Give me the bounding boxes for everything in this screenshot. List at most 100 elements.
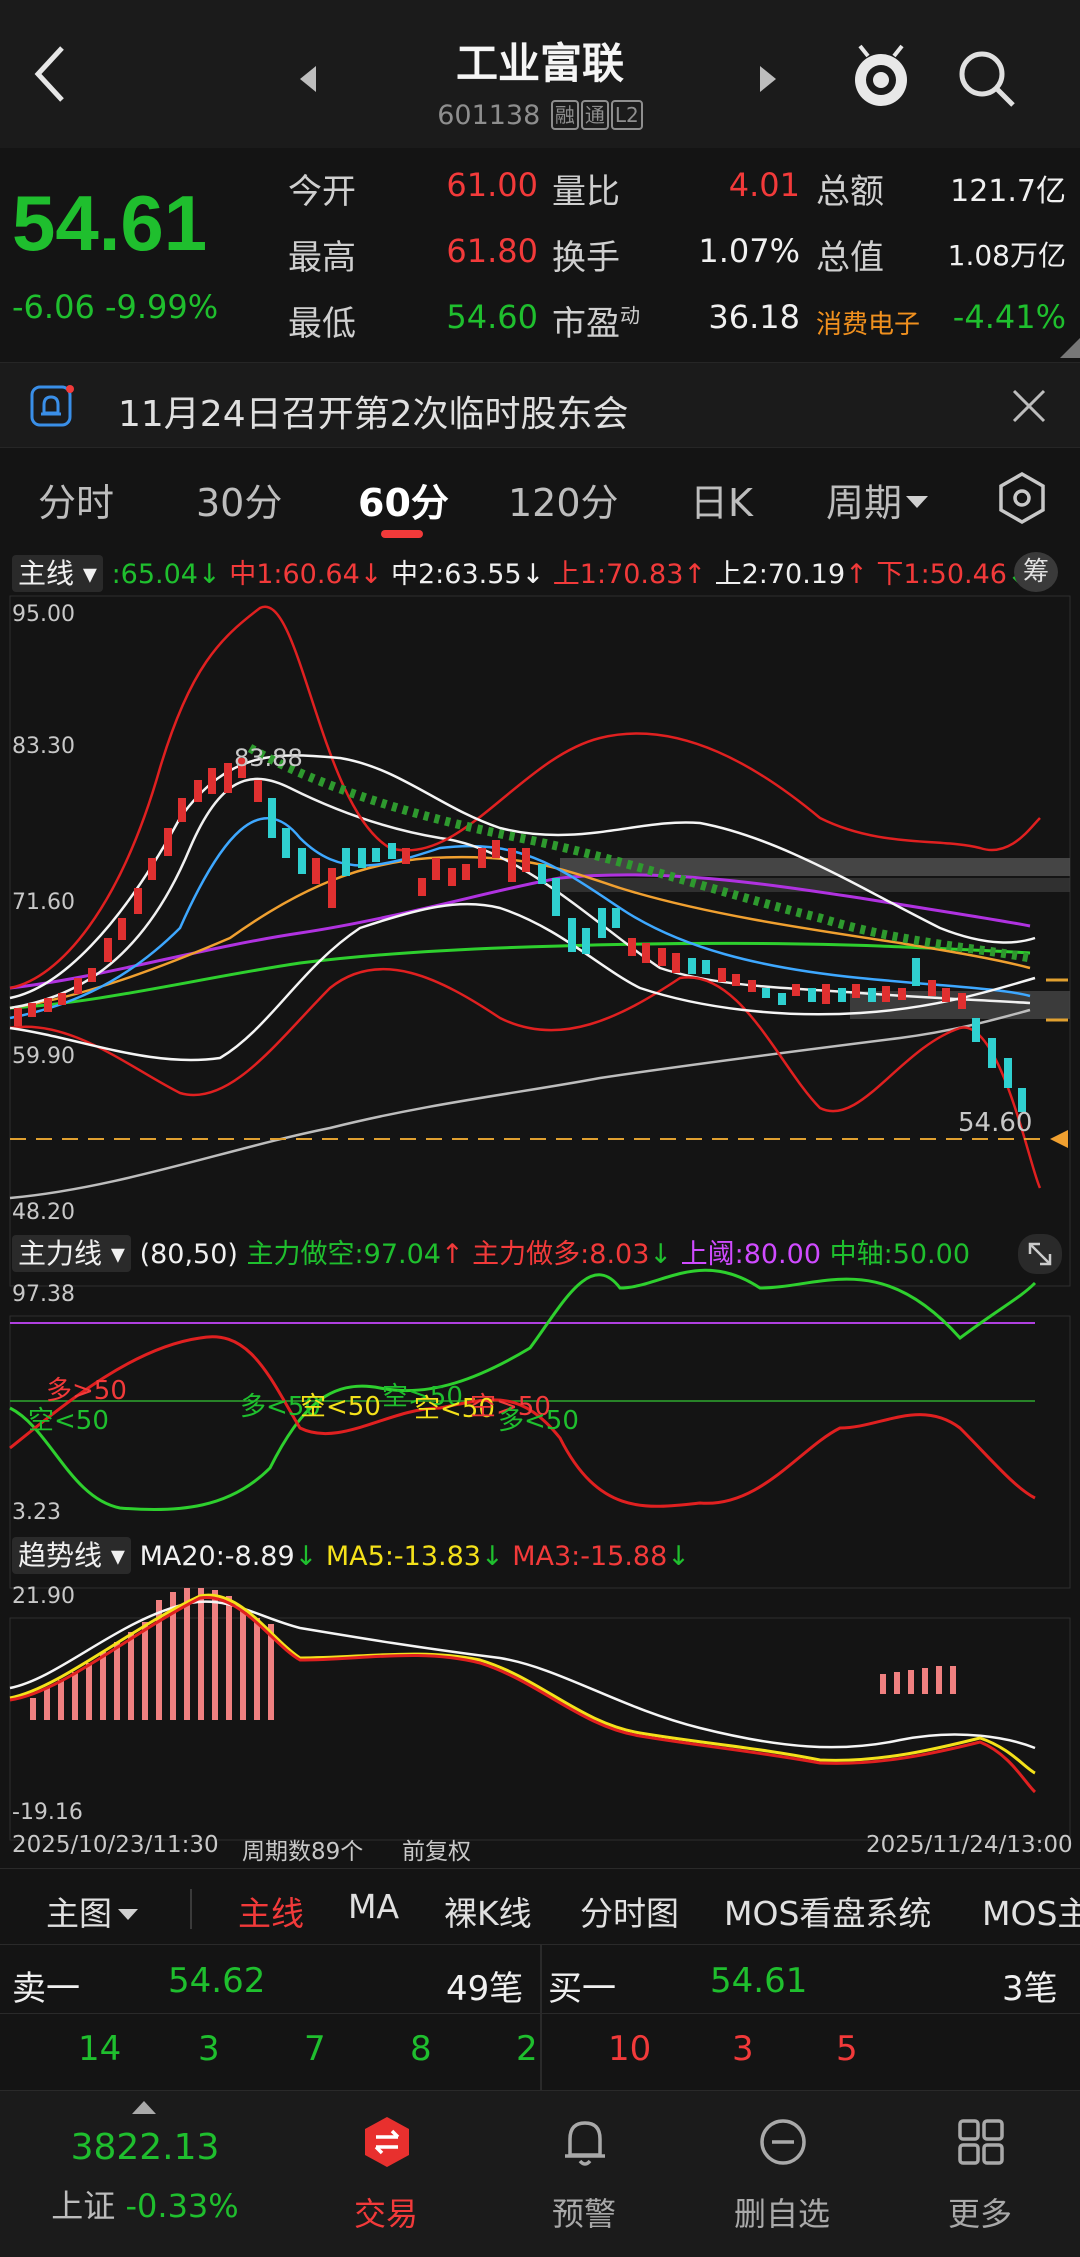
buy1-count: 3笔 bbox=[1002, 1969, 1058, 2009]
y-axis-label-bottom: 48.20 bbox=[12, 1200, 75, 1225]
trade-icon bbox=[365, 2117, 409, 2167]
open-value: 61.00 bbox=[446, 166, 538, 204]
trend-pane-frame bbox=[9, 1617, 1071, 1841]
tab-daily-k[interactable]: 日K bbox=[690, 472, 753, 527]
sector-name[interactable]: 消费电子 bbox=[816, 304, 920, 341]
upper-band-white bbox=[9, 754, 1036, 1000]
tab-mainline[interactable]: 主线 bbox=[238, 1887, 304, 1935]
lower-band-white bbox=[9, 902, 1036, 1062]
power-upper-threshold: 上阈:80.00 bbox=[680, 1239, 822, 1270]
robot-assistant-icon[interactable] bbox=[846, 42, 916, 112]
price-change: -6.06 -9.99% bbox=[12, 288, 218, 326]
power-params: (80,50) bbox=[139, 1239, 238, 1270]
stock-name: 工业富联 bbox=[455, 39, 624, 88]
turnover-label: 换手 bbox=[552, 238, 620, 278]
tab-period-label: 周期 bbox=[826, 481, 903, 525]
notice-text: 11月24日召开第2次临时股东会 bbox=[118, 394, 629, 435]
signal-label: 空<50 bbox=[300, 1392, 381, 1422]
nav-more[interactable]: 更多 bbox=[900, 2091, 1060, 2257]
pe-label: 市盈动 bbox=[552, 296, 640, 345]
search-icon[interactable] bbox=[956, 48, 1018, 110]
change-value: -6.06 bbox=[12, 288, 95, 326]
power-short-value-text: 主力做空:97.04 bbox=[246, 1239, 441, 1270]
chevron-down-icon bbox=[906, 496, 929, 508]
sell1-label: 卖一 bbox=[12, 1969, 80, 2009]
sell1-count: 49笔 bbox=[446, 1969, 524, 2009]
orderbook-row-divider bbox=[0, 2013, 1080, 2014]
trend-ma3-line bbox=[9, 1596, 1037, 1794]
tab-bare-kline[interactable]: 裸K线 bbox=[444, 1887, 532, 1935]
tab-60min[interactable]: 60分 bbox=[358, 472, 449, 527]
tab-mos-main[interactable]: MOS主 bbox=[982, 1887, 1080, 1935]
expand-icon[interactable] bbox=[1018, 1234, 1062, 1274]
grid-icon bbox=[958, 2119, 1004, 2165]
sell-tick: 3 bbox=[198, 2029, 220, 2069]
tab-timeshare[interactable]: 分时 bbox=[38, 472, 114, 527]
trend-indicator-bar: 趋势线 ▾ MA20:-8.89↓ MA5:-13.83↓ MA3:-15.88… bbox=[12, 1534, 690, 1574]
chip-band bbox=[560, 878, 1070, 892]
chevron-up-icon bbox=[132, 2101, 156, 2114]
chart-end-time: 2025/11/24/13:00 bbox=[866, 1832, 1073, 1858]
tab-ma[interactable]: MA bbox=[348, 1887, 399, 1926]
buy-tick: 3 bbox=[732, 2029, 754, 2069]
tab-timeshare-chart[interactable]: 分时图 bbox=[580, 1887, 679, 1935]
pe-value: 36.18 bbox=[708, 298, 800, 336]
top-bar: 工业富联 601138 融通 L2 bbox=[0, 0, 1080, 148]
back-icon[interactable] bbox=[30, 42, 90, 122]
change-percent: -9.99% bbox=[104, 288, 219, 326]
low-value: 54.60 bbox=[446, 298, 538, 336]
pe-label-sup: 动 bbox=[620, 303, 640, 328]
prev-stock-icon[interactable] bbox=[296, 64, 320, 98]
power-indicator-name: 主力线 bbox=[18, 1237, 103, 1270]
chart-canvas bbox=[9, 595, 1071, 1841]
tab-mos-system[interactable]: MOS看盘系统 bbox=[724, 1887, 931, 1935]
bottom-nav: 3822.13 上证 -0.33% 交易 预警 删自选 更多 bbox=[0, 2090, 1080, 2257]
connect-tag: 通 bbox=[580, 100, 609, 130]
corner-triangle-icon bbox=[1060, 338, 1080, 358]
chart-period-count: 周期数89个 bbox=[242, 1839, 364, 1865]
trend-y-bottom: -19.16 bbox=[12, 1800, 83, 1825]
main-pane-frame bbox=[9, 595, 1071, 1287]
trend-ma20: MA20:-8.89↓ bbox=[140, 1541, 318, 1572]
nav-trade-label: 交易 bbox=[353, 2195, 418, 2233]
high-price-label: 83.88 bbox=[234, 744, 303, 772]
next-stock-icon[interactable] bbox=[756, 64, 780, 98]
buy1-label: 买一 bbox=[548, 1969, 616, 2009]
y-axis-label-3: 71.60 bbox=[12, 890, 75, 915]
settings-hexagon-icon[interactable] bbox=[998, 472, 1046, 524]
notice-bar[interactable]: 11月24日召开第2次临时股东会 bbox=[0, 362, 1080, 448]
index-ticker[interactable]: 3822.13 上证 -0.33% bbox=[0, 2091, 290, 2257]
period-tabs: 分时 30分 60分 120分 日K 周期 bbox=[0, 450, 1080, 546]
index-value: 3822.13 bbox=[70, 2127, 220, 2168]
amount-label: 总额 bbox=[816, 172, 884, 212]
bell-icon bbox=[565, 2121, 605, 2166]
main-chart-dropdown[interactable]: 主图 bbox=[46, 1887, 138, 1935]
power-indicator-dropdown[interactable]: 主力线 ▾ bbox=[12, 1235, 131, 1272]
nav-trade[interactable]: 交易 bbox=[306, 2091, 466, 2257]
close-icon[interactable] bbox=[1010, 387, 1048, 425]
chart-adjust-mode[interactable]: 前复权 bbox=[402, 1832, 471, 1866]
high-label: 最高 bbox=[288, 238, 356, 278]
stock-code-line: 601138 融通 L2 bbox=[340, 100, 740, 131]
last-price-marker bbox=[1050, 1130, 1068, 1148]
trend-indicator-dropdown[interactable]: 趋势线 ▾ bbox=[12, 1537, 131, 1574]
power-y-bottom: 3.23 bbox=[12, 1500, 61, 1525]
chevron-down-icon bbox=[118, 1909, 138, 1920]
turnover-value: 1.07% bbox=[698, 232, 800, 270]
trend-ma5: MA5:-13.83↓ bbox=[326, 1541, 504, 1572]
kline-chart-area[interactable]: 主线 ▾ :65.04↓ 中1:60.64↓ 中2:63.55↓ 上1:70.8… bbox=[0, 548, 1080, 1868]
tab-period[interactable]: 周期 bbox=[826, 472, 929, 527]
index-name: 上证 bbox=[51, 2187, 116, 2225]
quote-panel: 54.61 -6.06 -9.99% 今开 61.00 最高 61.80 最低 … bbox=[0, 148, 1080, 360]
buy1-price: 54.61 bbox=[710, 1961, 808, 2001]
nav-alert[interactable]: 预警 bbox=[504, 2091, 664, 2257]
sell-tick: 7 bbox=[304, 2029, 326, 2069]
tab-120min[interactable]: 120分 bbox=[508, 472, 619, 527]
nav-remove-watchlist[interactable]: 删自选 bbox=[702, 2091, 862, 2257]
y-axis-label-2: 83.30 bbox=[12, 734, 75, 759]
minus-circle-icon bbox=[760, 2119, 806, 2165]
tab-30min[interactable]: 30分 bbox=[196, 472, 282, 527]
chart-start-time: 2025/10/23/11:30 bbox=[12, 1832, 219, 1858]
power-long-value-text: 主力做多:8.03 bbox=[472, 1239, 650, 1270]
amount-value: 121.7亿 bbox=[950, 174, 1066, 209]
